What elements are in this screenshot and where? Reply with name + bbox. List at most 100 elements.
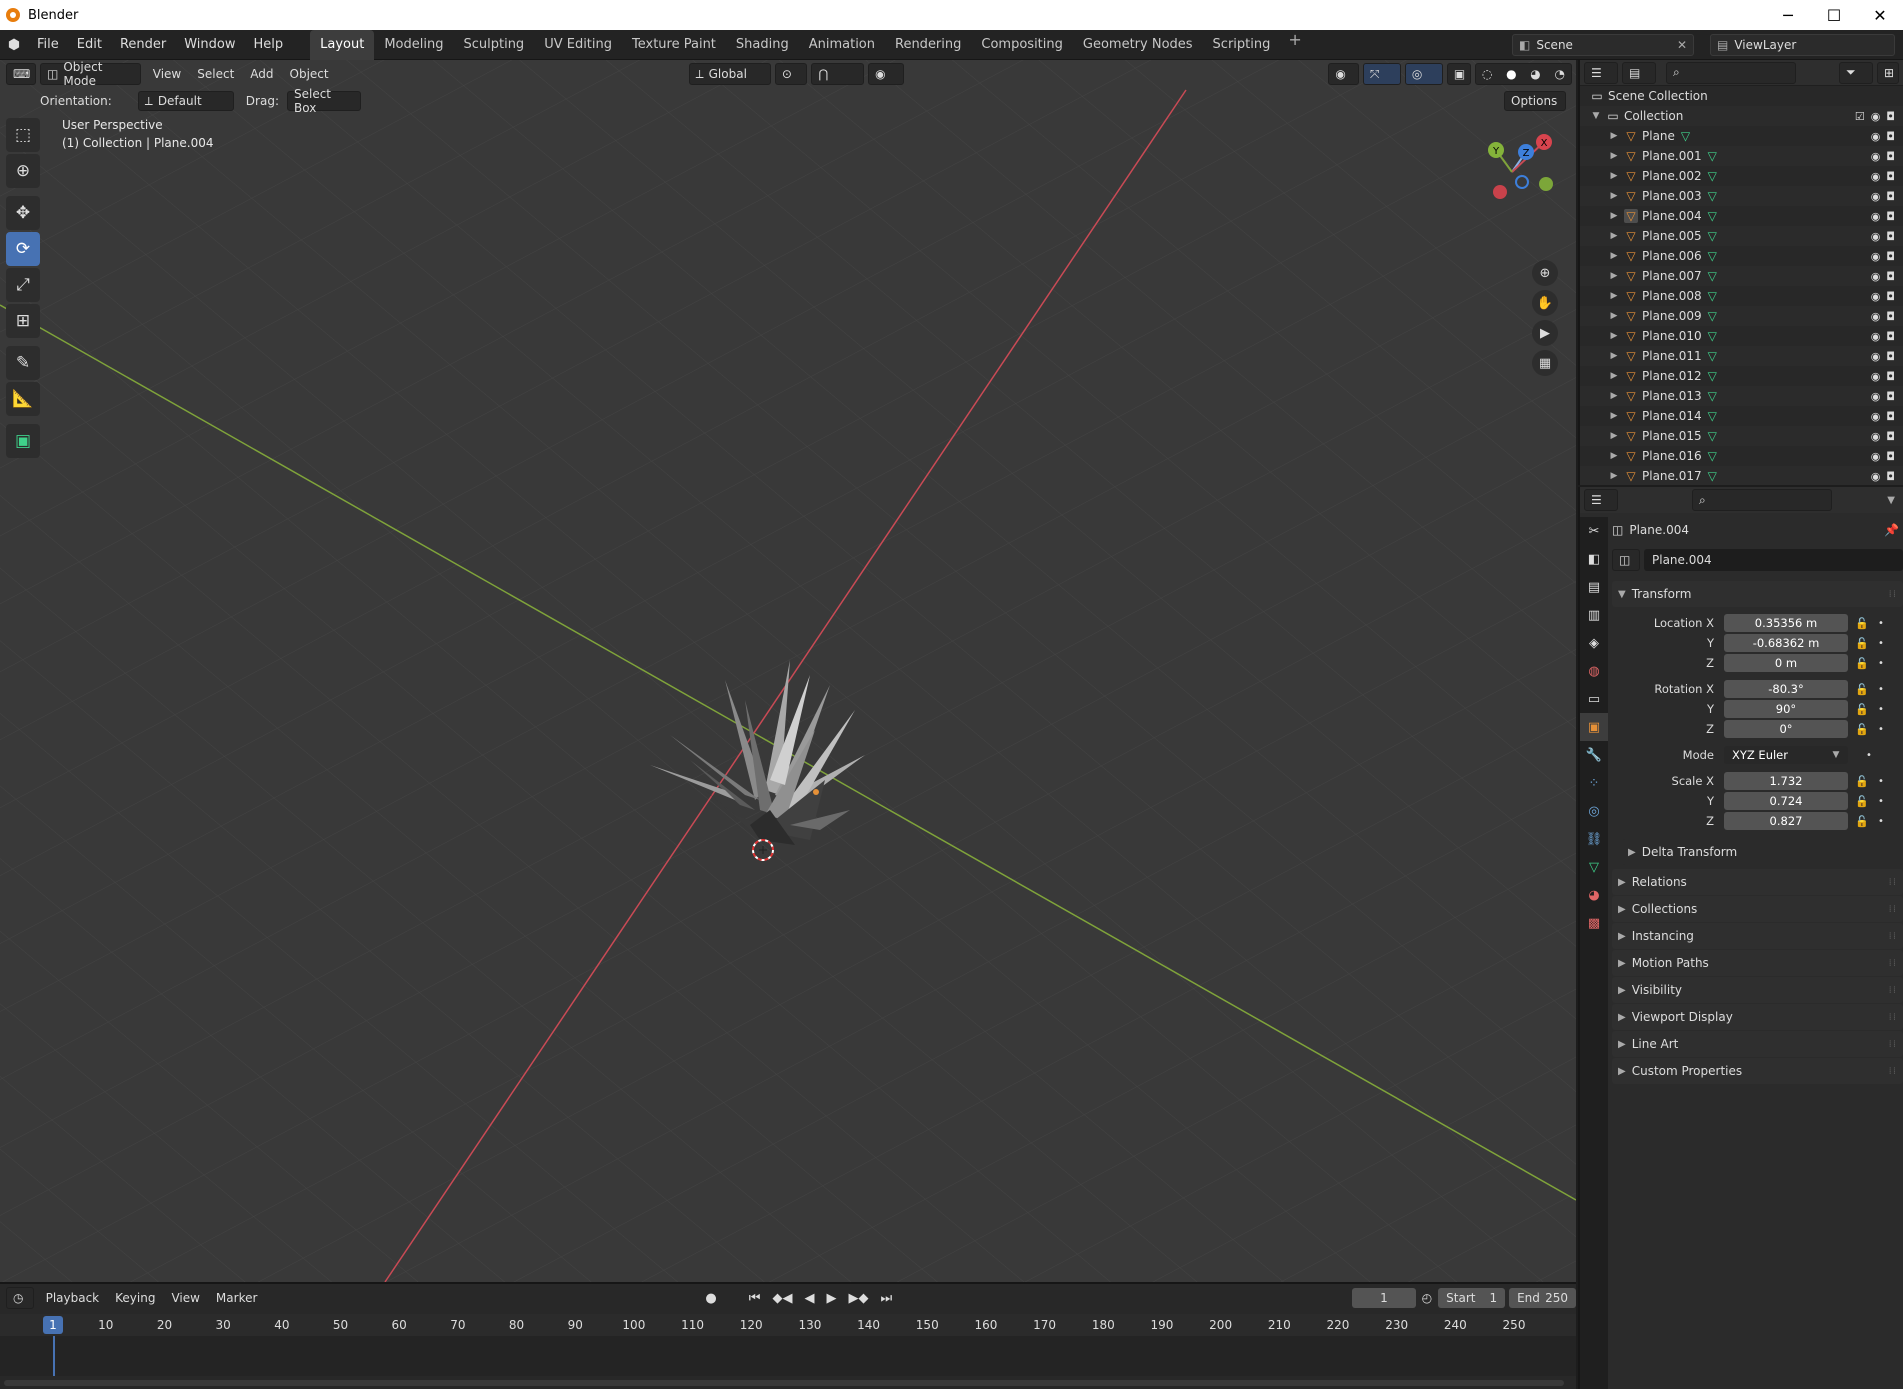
camera-icon[interactable]: ◘ — [1886, 150, 1895, 163]
prev-keyframe-icon[interactable]: ◆◀ — [772, 1291, 792, 1306]
lock-icon[interactable]: 🔓 — [1852, 723, 1872, 736]
xray-toggle-button[interactable]: ▣ — [1446, 63, 1471, 85]
menu-window[interactable]: Window — [175, 30, 244, 60]
timeline-menu-marker[interactable]: Marker — [208, 1291, 265, 1305]
mesh-data-icon[interactable]: ▽ — [1708, 189, 1717, 203]
mesh-data-icon[interactable]: ▽ — [1708, 269, 1717, 283]
outliner-object-row[interactable]: ▶ ▽ Plane.016 ▽ ◉ ◘ — [1580, 446, 1903, 466]
location-y-field[interactable]: -0.68362 m — [1724, 634, 1848, 652]
mesh-data-icon[interactable]: ▽ — [1708, 449, 1717, 463]
outliner-object-row[interactable]: ▶ ▽ Plane.015 ▽ ◉ ◘ — [1580, 426, 1903, 446]
panel-header-line-art[interactable]: ▶ Line Art ⁞⁞ — [1612, 1031, 1903, 1057]
menu-edit[interactable]: Edit — [68, 30, 111, 60]
keyframe-dot-icon[interactable]: • — [1878, 796, 1884, 807]
neg-z-axis-handle[interactable] — [1515, 175, 1529, 189]
keyframe-dot-icon[interactable]: • — [1878, 724, 1884, 735]
timeline-scrollbar[interactable] — [4, 1380, 1564, 1386]
start-frame-field[interactable]: Start 1 — [1438, 1288, 1506, 1308]
scale-y-field[interactable]: 0.724 — [1724, 792, 1848, 810]
mesh-data-icon[interactable]: ▽ — [1708, 249, 1717, 263]
scale-x-field[interactable]: 1.732 — [1724, 772, 1848, 790]
drag-handle-icon[interactable]: ⁞⁞ — [1889, 589, 1897, 600]
jump-start-icon[interactable]: ⏮ — [749, 1291, 761, 1306]
close-button[interactable]: ✕ — [1857, 0, 1903, 30]
zoom-button[interactable]: ⊕ — [1532, 260, 1558, 286]
chevron-right-icon[interactable]: ▶ — [1608, 151, 1620, 161]
chevron-right-icon[interactable]: ▶ — [1608, 391, 1620, 401]
transform-tool[interactable]: ⊞ — [6, 304, 40, 338]
material-preview-icon[interactable]: ◕ — [1530, 67, 1540, 81]
scene-selector[interactable]: ◧ Scene ✕ — [1512, 34, 1694, 56]
properties-search-input[interactable]: ⌕ — [1692, 489, 1832, 511]
add-workspace-button[interactable]: + — [1280, 30, 1309, 60]
keyframe-dot-icon[interactable]: • — [1878, 816, 1884, 827]
lock-icon[interactable]: 🔓 — [1852, 617, 1872, 630]
panel-header-relations[interactable]: ▶ Relations ⁞⁞ — [1612, 869, 1903, 895]
lock-icon[interactable]: 🔓 — [1852, 775, 1872, 788]
outliner-object-row[interactable]: ▶ ▽ Plane.017 ▽ ◉ ◘ — [1580, 466, 1903, 485]
visibility-toggle-button[interactable]: ◉ — [1328, 63, 1359, 85]
menu-help[interactable]: Help — [245, 30, 293, 60]
drag-handle-icon[interactable]: ⁞⁞ — [1889, 904, 1897, 915]
lock-icon[interactable]: 🔓 — [1852, 657, 1872, 670]
maximize-button[interactable]: ☐ — [1811, 0, 1857, 30]
camera-icon[interactable]: ◘ — [1886, 310, 1895, 323]
camera-icon[interactable]: ◘ — [1886, 330, 1895, 343]
camera-icon[interactable]: ◘ — [1886, 450, 1895, 463]
chevron-down-icon[interactable]: ▼ — [1887, 495, 1895, 506]
mesh-data-icon[interactable]: ▽ — [1708, 369, 1717, 383]
scene-tab[interactable]: ◈ — [1580, 629, 1608, 657]
panel-header-instancing[interactable]: ▶ Instancing ⁞⁞ — [1612, 923, 1903, 949]
scale-z-field[interactable]: 0.827 — [1724, 812, 1848, 830]
camera-icon[interactable]: ◘ — [1886, 370, 1895, 383]
output-tab[interactable]: ▤ — [1580, 573, 1608, 601]
tool-tab[interactable]: ✂ — [1580, 517, 1608, 545]
chevron-right-icon[interactable]: ▶ — [1608, 311, 1620, 321]
outliner-object-row[interactable]: ▶ ▽ Plane.004 ▽ ◉ ◘ — [1580, 206, 1903, 226]
keyframe-dot-icon[interactable]: • — [1878, 618, 1884, 629]
minimize-button[interactable]: ─ — [1765, 0, 1811, 30]
mesh-data-icon[interactable]: ▽ — [1708, 409, 1717, 423]
tab-animation[interactable]: Animation — [799, 30, 885, 60]
3d-viewport[interactable]: ⌨ ◫ Object Mode View Select Add Object ⟂… — [0, 60, 1576, 1282]
pivot-point-button[interactable]: ⊙ — [774, 63, 808, 85]
timeline-menu-keying[interactable]: Keying — [107, 1291, 163, 1305]
chevron-right-icon[interactable]: ▶ — [1608, 291, 1620, 301]
outliner-object-row[interactable]: ▶ ▽ Plane.013 ▽ ◉ ◘ — [1580, 386, 1903, 406]
collection-row[interactable]: ▼ ▭ Collection ☑ ◉ ◘ — [1580, 106, 1903, 126]
eye-icon[interactable]: ◉ — [1871, 310, 1881, 323]
physics-tab[interactable]: ◎ — [1580, 797, 1608, 825]
chevron-right-icon[interactable]: ▶ — [1608, 471, 1620, 481]
pan-button[interactable]: ✋ — [1532, 290, 1558, 316]
tab-uv-editing[interactable]: UV Editing — [534, 30, 622, 60]
lock-icon[interactable]: 🔓 — [1852, 795, 1872, 808]
object-name-input[interactable]: Plane.004 — [1644, 549, 1903, 571]
outliner-object-row[interactable]: ▶ ▽ Plane.010 ▽ ◉ ◘ — [1580, 326, 1903, 346]
pin-icon[interactable]: 📌 — [1884, 523, 1899, 537]
timeline-ruler[interactable]: 1 10 20 30 40 50 60 70 80 90 100 110 120 130 140 150 160… — [0, 1314, 1576, 1336]
eye-icon[interactable]: ◉ — [1871, 450, 1881, 463]
select-box-tool[interactable]: ⬚ — [6, 118, 40, 152]
transform-panel-header[interactable]: ▼ Transform ⁞⁞ — [1612, 581, 1903, 607]
drag-dropdown[interactable]: Select Box — [286, 87, 361, 115]
chevron-right-icon[interactable]: ▶ — [1608, 131, 1620, 141]
mesh-data-icon[interactable]: ▽ — [1708, 209, 1717, 223]
mesh-data-icon[interactable]: ▽ — [1708, 149, 1717, 163]
outliner-object-row[interactable]: ▶ ▽ Plane.001 ▽ ◉ ◘ — [1580, 146, 1903, 166]
tab-rendering[interactable]: Rendering — [885, 30, 971, 60]
keyframe-dot-icon[interactable]: • — [1878, 638, 1884, 649]
drag-handle-icon[interactable]: ⁞⁞ — [1889, 1012, 1897, 1023]
collection-tab[interactable]: ▭ — [1580, 685, 1608, 713]
cursor-tool[interactable]: ⊕ — [6, 154, 40, 188]
navigation-gizmo[interactable]: Z X Y ⊕ ✋ ▶ ▦ — [1462, 120, 1572, 380]
options-dropdown[interactable]: Options — [1504, 91, 1566, 111]
tab-scripting[interactable]: Scripting — [1203, 30, 1281, 60]
play-reverse-icon[interactable]: ◀ — [804, 1291, 814, 1306]
eye-icon[interactable]: ◉ — [1871, 330, 1881, 343]
tab-layout[interactable]: Layout — [310, 29, 375, 60]
view-layer-selector[interactable]: ▤ ViewLayer — [1710, 34, 1895, 56]
viewport-menu-add[interactable]: Add — [242, 67, 281, 81]
chevron-right-icon[interactable]: ▶ — [1608, 231, 1620, 241]
close-icon[interactable]: ✕ — [1677, 38, 1687, 52]
chevron-right-icon[interactable]: ▶ — [1608, 211, 1620, 221]
